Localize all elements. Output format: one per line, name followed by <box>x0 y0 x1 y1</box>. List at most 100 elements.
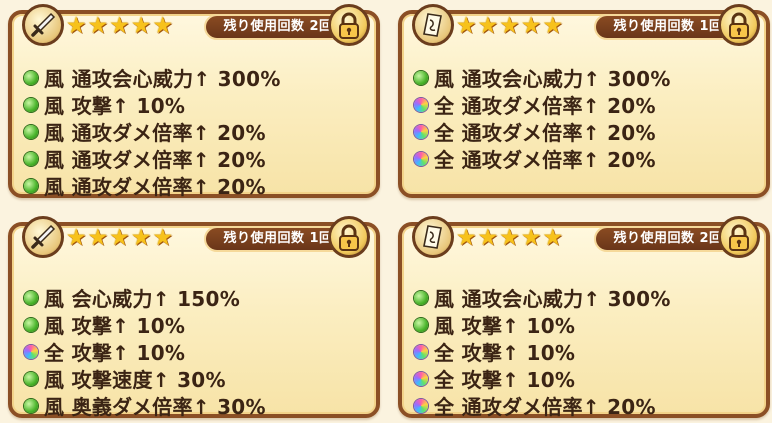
effect-row: 全 攻撃↑ 10% <box>414 365 754 392</box>
scroll-icon <box>412 4 454 46</box>
star-icon: ★ <box>109 13 130 39</box>
effect-text: 風 通攻ダメ倍率↑ 20% <box>44 175 266 199</box>
effect-text: 風 通攻会心威力↑ 300% <box>434 287 671 311</box>
effect-row: 全 通攻ダメ倍率↑ 20% <box>414 118 754 145</box>
star-icon: ★ <box>87 225 109 251</box>
effect-row: 風 奥義ダメ倍率↑ 30% <box>24 392 364 419</box>
rune-card[interactable]: ★ ★ ★ ★ ★ 残り使用回数 2回 風 通攻会心威力↑ 300% 風 攻撃↑… <box>398 216 770 419</box>
star-icon: ★ <box>152 225 174 251</box>
padlock-icon[interactable] <box>718 4 760 46</box>
effect-text: 風 攻撃↑ 10% <box>44 94 186 118</box>
effect-text: 風 通攻ダメ倍率↑ 20% <box>44 121 266 145</box>
effect-row: 風 攻撃↑ 10% <box>24 91 364 118</box>
star-icon: ★ <box>499 225 520 251</box>
star-icon: ★ <box>477 225 499 251</box>
star-icon: ★ <box>152 13 174 39</box>
wind-element-icon <box>24 317 38 332</box>
card-header: ★ ★ ★ ★ ★ 残り使用回数 2回 <box>20 4 370 52</box>
wind-element-icon <box>24 178 38 193</box>
effect-text: 風 通攻ダメ倍率↑ 20% <box>44 148 266 172</box>
card-header: ★ ★ ★ ★ ★ 残り使用回数 1回 <box>410 4 760 52</box>
star-icon: ★ <box>477 13 499 39</box>
effect-text: 全 攻撃↑ 10% <box>434 341 576 365</box>
all-element-icon <box>24 344 38 359</box>
all-element-icon <box>414 151 428 166</box>
star-icon: ★ <box>499 13 520 39</box>
padlock-icon[interactable] <box>328 4 370 46</box>
rarity-stars: ★ ★ ★ ★ ★ <box>66 14 173 38</box>
scroll-icon <box>412 216 454 258</box>
all-element-icon <box>414 124 428 139</box>
effect-text: 風 攻撃↑ 10% <box>434 314 576 338</box>
wind-element-icon <box>24 97 38 112</box>
effect-text: 風 攻撃速度↑ 30% <box>44 368 226 392</box>
wind-element-icon <box>24 151 38 166</box>
effect-text: 全 通攻ダメ倍率↑ 20% <box>434 148 656 172</box>
effect-list: 風 会心威力↑ 150% 風 攻撃↑ 10% 全 攻撃↑ 10% 風 攻撃速度↑… <box>24 284 364 419</box>
effect-row: 風 通攻ダメ倍率↑ 20% <box>24 118 364 145</box>
effect-row: 全 攻撃↑ 10% <box>414 338 754 365</box>
effect-text: 風 通攻会心威力↑ 300% <box>434 67 671 91</box>
all-element-icon <box>414 398 428 413</box>
wind-element-icon <box>24 290 38 305</box>
sword-icon <box>22 4 64 46</box>
star-icon: ★ <box>520 225 542 251</box>
effect-list: 風 通攻会心威力↑ 300% 風 攻撃↑ 10% 全 攻撃↑ 10% 全 攻撃↑… <box>414 284 754 419</box>
rune-card[interactable]: ★ ★ ★ ★ ★ 残り使用回数 1回 風 通攻会心威力↑ 300% 全 通攻ダ… <box>398 4 770 198</box>
star-icon: ★ <box>542 13 564 39</box>
star-icon: ★ <box>66 13 87 39</box>
star-icon: ★ <box>520 13 542 39</box>
all-element-icon <box>414 344 428 359</box>
card-header: ★ ★ ★ ★ ★ 残り使用回数 1回 <box>20 216 370 264</box>
wind-element-icon <box>24 398 38 413</box>
wind-element-icon <box>414 70 428 85</box>
effect-text: 全 通攻ダメ倍率↑ 20% <box>434 395 656 419</box>
effect-row: 風 会心威力↑ 150% <box>24 284 364 311</box>
star-icon: ★ <box>456 13 477 39</box>
effect-row: 風 攻撃↑ 10% <box>24 311 364 338</box>
effect-text: 全 攻撃↑ 10% <box>44 341 186 365</box>
wind-element-icon <box>24 371 38 386</box>
wind-element-icon <box>24 124 38 139</box>
rune-card[interactable]: ★ ★ ★ ★ ★ 残り使用回数 2回 風 通攻会心威力↑ 300% 風 攻撃↑… <box>8 4 380 199</box>
effect-text: 全 通攻ダメ倍率↑ 20% <box>434 121 656 145</box>
effect-row: 全 通攻ダメ倍率↑ 20% <box>414 145 754 172</box>
effect-row: 風 攻撃↑ 10% <box>414 311 754 338</box>
padlock-icon[interactable] <box>718 216 760 258</box>
star-icon: ★ <box>66 225 87 251</box>
effect-row: 風 通攻ダメ倍率↑ 20% <box>24 145 364 172</box>
star-icon: ★ <box>130 225 152 251</box>
star-icon: ★ <box>109 225 130 251</box>
wind-element-icon <box>414 290 428 305</box>
effect-text: 風 奥義ダメ倍率↑ 30% <box>44 395 266 419</box>
all-element-icon <box>414 371 428 386</box>
star-icon: ★ <box>130 13 152 39</box>
rarity-stars: ★ ★ ★ ★ ★ <box>66 226 173 250</box>
effect-row: 全 通攻ダメ倍率↑ 20% <box>414 91 754 118</box>
all-element-icon <box>414 97 428 112</box>
effect-text: 全 通攻ダメ倍率↑ 20% <box>434 94 656 118</box>
star-icon: ★ <box>542 225 564 251</box>
sword-icon <box>22 216 64 258</box>
effect-text: 風 攻撃↑ 10% <box>44 314 186 338</box>
rarity-stars: ★ ★ ★ ★ ★ <box>456 14 563 38</box>
effect-row: 風 通攻会心威力↑ 300% <box>24 64 364 91</box>
effect-text: 風 通攻会心威力↑ 300% <box>44 67 281 91</box>
star-icon: ★ <box>87 13 109 39</box>
effect-list: 風 通攻会心威力↑ 300% 風 攻撃↑ 10% 風 通攻ダメ倍率↑ 20% 風… <box>24 64 364 199</box>
wind-element-icon <box>24 70 38 85</box>
effect-row: 風 通攻会心威力↑ 300% <box>414 284 754 311</box>
effect-row: 全 攻撃↑ 10% <box>24 338 364 365</box>
effect-list: 風 通攻会心威力↑ 300% 全 通攻ダメ倍率↑ 20% 全 通攻ダメ倍率↑ 2… <box>414 64 754 172</box>
effect-row: 風 攻撃速度↑ 30% <box>24 365 364 392</box>
star-icon: ★ <box>456 225 477 251</box>
effect-text: 全 攻撃↑ 10% <box>434 368 576 392</box>
effect-row: 風 通攻ダメ倍率↑ 20% <box>24 172 364 199</box>
padlock-icon[interactable] <box>328 216 370 258</box>
rune-card[interactable]: ★ ★ ★ ★ ★ 残り使用回数 1回 風 会心威力↑ 150% 風 攻撃↑ 1… <box>8 216 380 419</box>
effect-text: 風 会心威力↑ 150% <box>44 287 241 311</box>
wind-element-icon <box>414 317 428 332</box>
effect-row: 風 通攻会心威力↑ 300% <box>414 64 754 91</box>
effect-row: 全 通攻ダメ倍率↑ 20% <box>414 392 754 419</box>
card-header: ★ ★ ★ ★ ★ 残り使用回数 2回 <box>410 216 760 264</box>
